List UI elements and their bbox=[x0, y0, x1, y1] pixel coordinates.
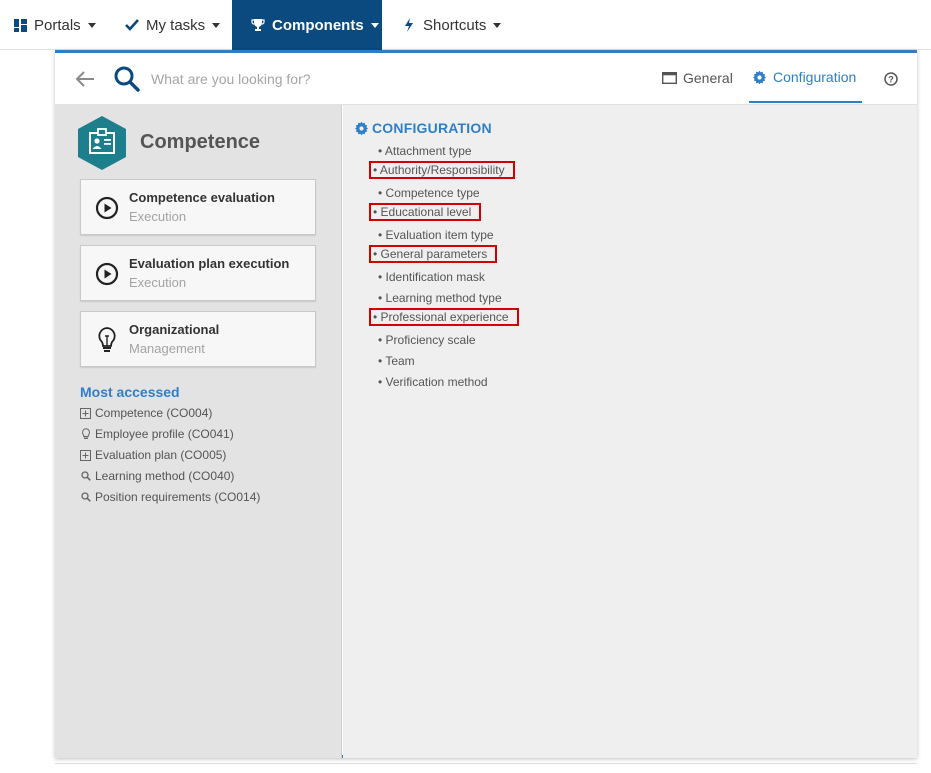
most-accessed-item[interactable]: Competence (CO004) bbox=[80, 406, 212, 420]
nav-shortcuts[interactable]: Shortcuts bbox=[402, 0, 502, 50]
card-subtitle: Execution bbox=[129, 209, 187, 224]
trophy-icon bbox=[251, 18, 265, 32]
nav-portals-label: Portals bbox=[34, 16, 81, 34]
window-icon bbox=[662, 71, 677, 86]
tab-configuration-label: Configuration bbox=[773, 69, 857, 85]
search-input[interactable] bbox=[151, 66, 531, 92]
most-accessed-item[interactable]: Position requirements (CO014) bbox=[80, 490, 260, 504]
component-panel: General Configuration ? Competence Compe… bbox=[55, 50, 917, 758]
config-item-proficiency-scale[interactable]: • Proficiency scale bbox=[374, 331, 480, 349]
gear-icon bbox=[752, 70, 767, 85]
nav-portals[interactable]: Portals bbox=[13, 0, 96, 50]
card-competence-evaluation[interactable]: Competence evaluation Execution bbox=[80, 179, 316, 235]
config-item-team[interactable]: • Team bbox=[374, 352, 419, 370]
component-title: Competence bbox=[140, 131, 261, 153]
check-icon bbox=[125, 18, 139, 32]
most-accessed-label: Learning method (CO040) bbox=[95, 469, 235, 483]
card-evaluation-plan-execution[interactable]: Evaluation plan execution Execution bbox=[80, 245, 316, 301]
plus-square-icon bbox=[80, 449, 91, 461]
config-item-evaluation-item-type[interactable]: • Evaluation item type bbox=[374, 226, 498, 244]
lightbulb-icon bbox=[95, 326, 119, 352]
card-subtitle: Execution bbox=[129, 275, 187, 290]
most-accessed-label: Position requirements (CO014) bbox=[95, 490, 261, 504]
card-subtitle: Management bbox=[129, 341, 205, 356]
config-item-attachment-type[interactable]: • Attachment type bbox=[374, 142, 476, 160]
card-title: Competence evaluation bbox=[129, 190, 275, 205]
configuration-panel: CONFIGURATION • Attachment type • Author… bbox=[343, 105, 917, 758]
search-icon bbox=[80, 492, 91, 503]
chevron-down-icon bbox=[87, 22, 96, 28]
help-icon[interactable]: ? bbox=[884, 72, 898, 86]
tab-general[interactable]: General bbox=[662, 53, 733, 103]
config-item-verification-method[interactable]: • Verification method bbox=[374, 373, 492, 391]
chevron-down-icon bbox=[493, 22, 502, 28]
most-accessed-label: Evaluation plan (CO005) bbox=[95, 448, 227, 462]
config-item-identification-mask[interactable]: • Identification mask bbox=[374, 268, 489, 286]
most-accessed-label: Competence (CO004) bbox=[95, 406, 213, 420]
lightbulb-icon bbox=[80, 428, 91, 440]
gear-icon bbox=[355, 121, 368, 135]
config-item-general-parameters[interactable]: • General parameters bbox=[369, 245, 498, 263]
config-item-educational-level[interactable]: • Educational level bbox=[369, 203, 482, 221]
most-accessed-label: Employee profile (CO041) bbox=[95, 427, 234, 441]
search-bar: General Configuration ? bbox=[55, 53, 917, 105]
chevron-down-icon bbox=[212, 22, 221, 28]
search-icon[interactable] bbox=[113, 65, 141, 93]
top-navigation: Portals My tasks Components Shortcuts bbox=[0, 0, 931, 50]
nav-shortcuts-label: Shortcuts bbox=[423, 16, 487, 34]
most-accessed-item[interactable]: Evaluation plan (CO005) bbox=[80, 448, 226, 462]
config-item-learning-method-type[interactable]: • Learning method type bbox=[374, 289, 506, 307]
divider bbox=[55, 763, 917, 764]
card-title: Evaluation plan execution bbox=[129, 256, 290, 271]
tab-configuration[interactable]: Configuration bbox=[749, 53, 862, 103]
configuration-title-label: CONFIGURATION bbox=[372, 120, 492, 136]
play-circle-icon bbox=[95, 262, 119, 286]
svg-text:?: ? bbox=[888, 75, 894, 85]
config-item-authority-responsibility[interactable]: • Authority/Responsibility bbox=[369, 161, 515, 179]
nav-my-tasks[interactable]: My tasks bbox=[125, 0, 221, 50]
most-accessed-item[interactable]: Learning method (CO040) bbox=[80, 469, 234, 483]
play-circle-icon bbox=[95, 196, 119, 220]
tab-general-label: General bbox=[683, 70, 733, 86]
configuration-title: CONFIGURATION bbox=[355, 120, 492, 136]
lightning-icon bbox=[402, 18, 416, 32]
card-title: Organizational bbox=[129, 322, 220, 337]
nav-my-tasks-label: My tasks bbox=[146, 16, 206, 34]
most-accessed-title: Most accessed bbox=[80, 384, 180, 400]
back-arrow-icon[interactable] bbox=[73, 67, 97, 91]
card-organizational[interactable]: Organizational Management bbox=[80, 311, 316, 367]
badge-icon bbox=[77, 115, 127, 171]
chevron-down-icon bbox=[370, 22, 379, 28]
config-item-competence-type[interactable]: • Competence type bbox=[374, 184, 484, 202]
sidebar: Competence Competence evaluation Executi… bbox=[55, 105, 342, 758]
most-accessed-item[interactable]: Employee profile (CO041) bbox=[80, 427, 234, 441]
dashboard-icon bbox=[13, 18, 27, 32]
search-icon bbox=[80, 471, 91, 482]
nav-components-label: Components bbox=[272, 16, 364, 34]
config-item-professional-experience[interactable]: • Professional experience bbox=[369, 308, 519, 326]
nav-components[interactable]: Components bbox=[232, 0, 382, 50]
plus-square-icon bbox=[80, 407, 91, 419]
